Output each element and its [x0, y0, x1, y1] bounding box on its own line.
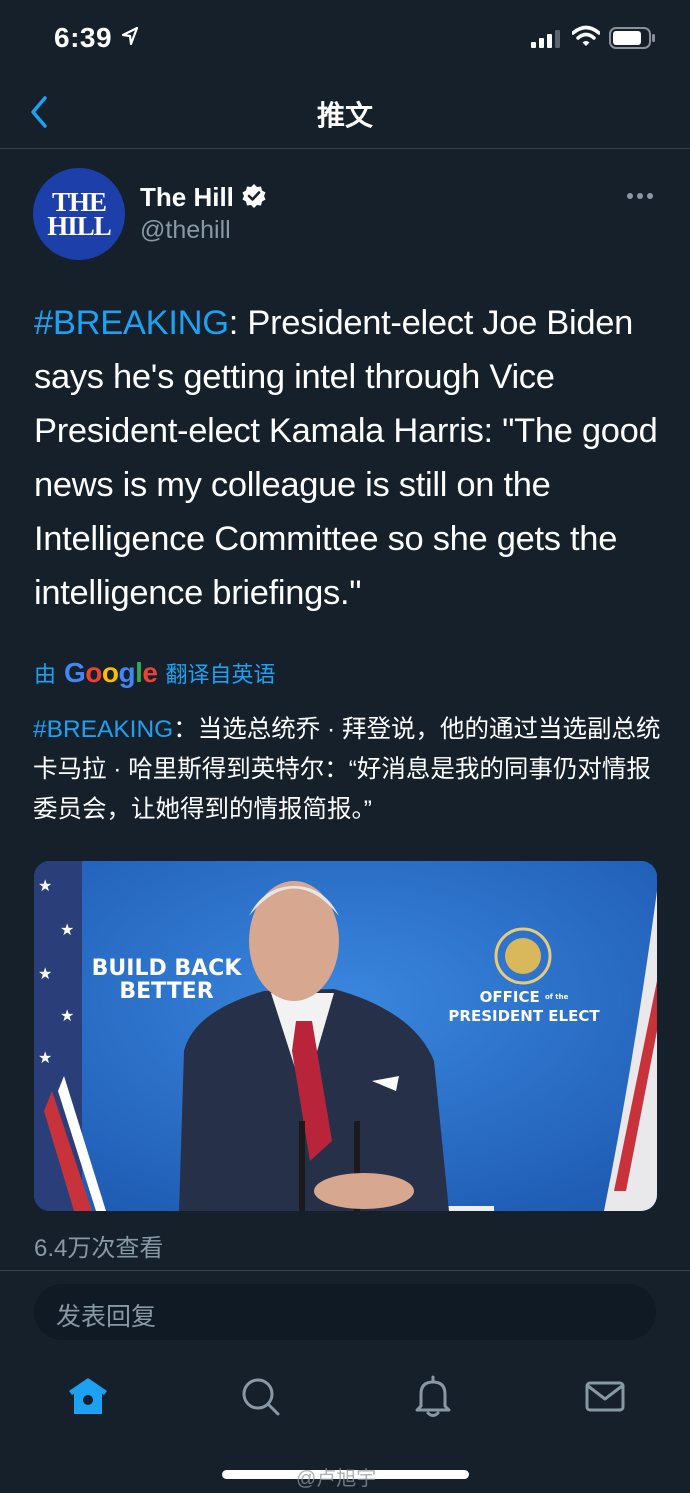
sign-office: OFFICE: [479, 988, 540, 1006]
verified-badge-icon: [242, 184, 266, 208]
svg-text:★: ★: [38, 878, 52, 895]
svg-text:★: ★: [38, 1050, 52, 1067]
sign-president-elect: PRESIDENT ELECT: [448, 1007, 600, 1025]
view-count[interactable]: 6.4万次查看: [34, 1228, 163, 1263]
wifi-icon: [572, 25, 600, 46]
tweet-text: #BREAKING: President-elect Joe Biden say…: [34, 296, 664, 620]
battery-icon: [609, 27, 655, 49]
google-logo: Google: [64, 657, 158, 688]
status-time: 6:39: [54, 22, 113, 53]
location-arrow-icon: [122, 27, 138, 45]
home-icon[interactable]: [66, 1374, 110, 1418]
svg-text:★: ★: [60, 1008, 74, 1025]
author-name[interactable]: The Hill: [140, 182, 234, 213]
sign-build-back-better: BUILD BACK BETTER: [84, 957, 249, 1003]
page-title: 推文: [316, 100, 373, 131]
author-handle[interactable]: @thehill: [140, 216, 231, 245]
translated-text: #BREAKING：当选总统乔 · 拜登说，他的通过当选副总统卡马拉 · 哈里斯…: [33, 710, 663, 830]
reply-input[interactable]: 发表回复: [34, 1284, 656, 1340]
avatar-logo-line2: HILL: [47, 211, 112, 241]
tweet-body: : President-elect Joe Biden says he's ge…: [34, 304, 658, 612]
navigation-bar: 推文: [0, 78, 690, 149]
watermark: @卢旭宇: [296, 1468, 377, 1490]
cellular-signal-icon: [531, 30, 560, 48]
translation-suffix: 翻译自英语: [165, 662, 276, 687]
svg-text:★: ★: [38, 966, 52, 983]
search-icon[interactable]: [238, 1374, 282, 1418]
tweet-media-video[interactable]: ★ ★ ★ ★ ★ BUILD BACK BETTER OFFICE of the PR…: [34, 861, 657, 1211]
author-avatar[interactable]: THE HILL: [33, 168, 125, 260]
divider: [0, 1270, 690, 1271]
reply-placeholder: 发表回复: [56, 1303, 157, 1331]
svg-text:★: ★: [60, 922, 74, 939]
sign-line-2: BETTER: [119, 979, 214, 1004]
translation-prefix: 由: [34, 662, 57, 687]
translation-credit[interactable]: 由 Google 翻译自英语: [34, 657, 276, 689]
notifications-icon[interactable]: [411, 1374, 455, 1418]
sign-of-the: of the: [544, 993, 569, 1001]
more-options-icon[interactable]: [626, 192, 654, 200]
sign-line-1: BUILD BACK: [91, 956, 242, 981]
status-bar: 6:39: [0, 0, 690, 78]
sign-office-president-elect: OFFICE of the PRESIDENT ELECT: [424, 988, 624, 1026]
messages-icon[interactable]: [583, 1374, 627, 1418]
hashtag-link[interactable]: #BREAKING: [34, 304, 229, 342]
translated-hashtag[interactable]: #BREAKING: [33, 716, 173, 743]
video-frame: ★ ★ ★ ★ ★: [34, 861, 657, 1211]
